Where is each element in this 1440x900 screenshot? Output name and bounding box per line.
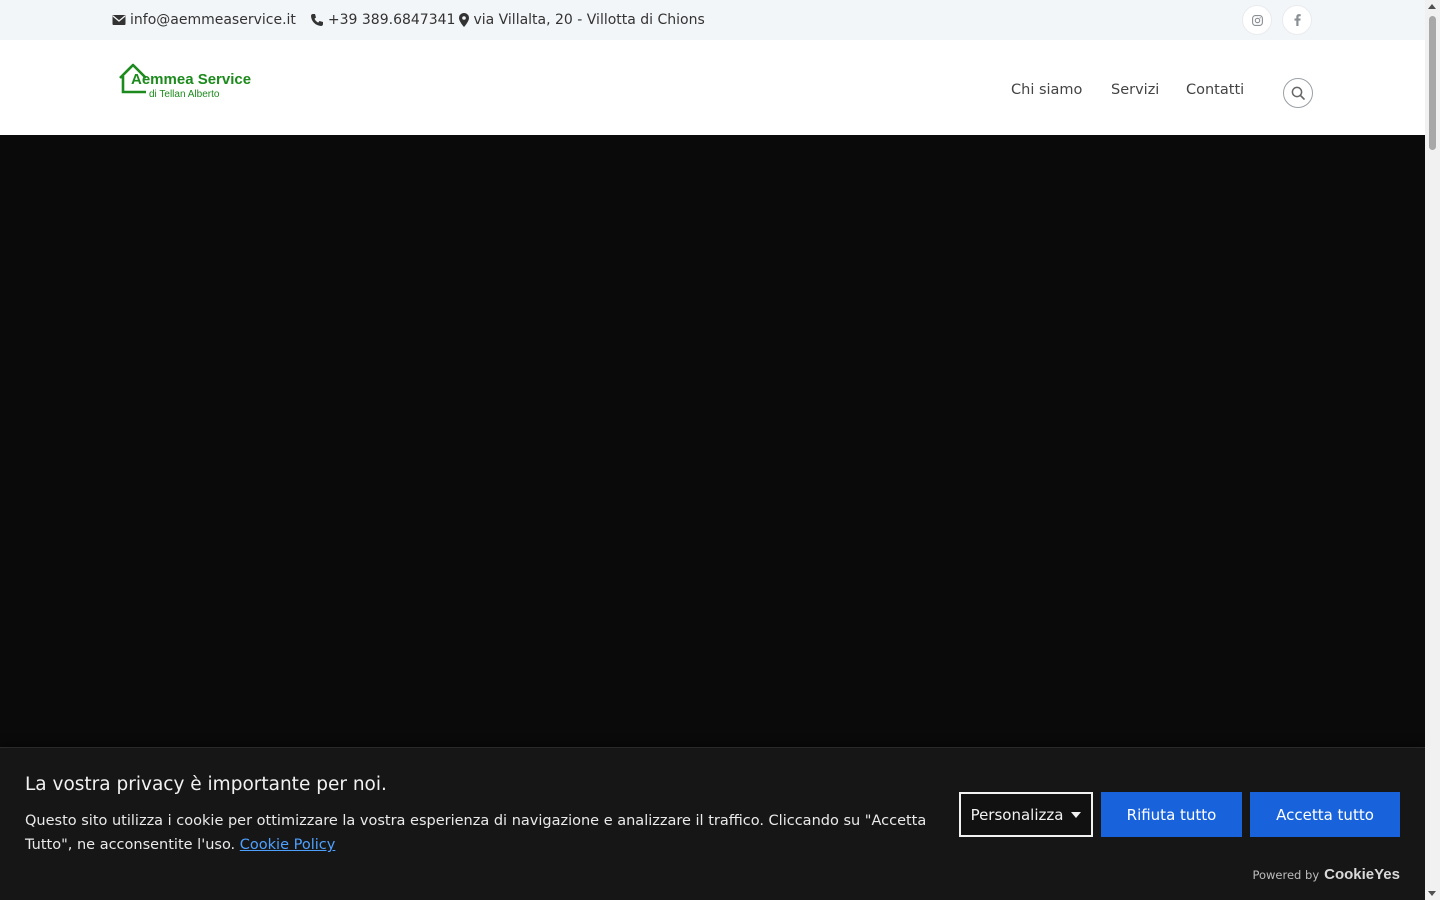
accept-all-button[interactable]: Accetta tutto xyxy=(1250,792,1400,837)
scroll-up-arrow-icon[interactable] xyxy=(1428,4,1436,9)
phone-text: +39 389.6847341 xyxy=(327,12,456,28)
cookieyes-logo: CookieYes xyxy=(1324,866,1400,883)
scrollbar-thumb[interactable] xyxy=(1429,16,1436,150)
contact-info: info@aemmeaservice.it +39 389.6847341 vi… xyxy=(112,0,705,40)
site-logo[interactable]: Aemmea Service di Tellan Alberto xyxy=(118,62,258,102)
phone-link[interactable]: +39 389.6847341 xyxy=(310,12,456,28)
cookie-description: Questo sito utilizza i cookie per ottimi… xyxy=(25,809,940,857)
nav-contatti[interactable]: Contatti xyxy=(1186,82,1244,98)
email-text: info@aemmeaservice.it xyxy=(130,12,296,28)
nav-chi-siamo[interactable]: Chi siamo xyxy=(1011,82,1082,98)
reject-label: Rifiuta tutto xyxy=(1126,805,1217,824)
site-header: Aemmea Service di Tellan Alberto Chi sia… xyxy=(0,40,1425,135)
search-button[interactable] xyxy=(1283,78,1313,108)
logo-name: Aemmea Service xyxy=(131,71,252,88)
cookie-policy-link[interactable]: Cookie Policy xyxy=(240,837,336,853)
accept-label: Accetta tutto xyxy=(1276,805,1374,824)
caret-down-icon xyxy=(1071,811,1082,818)
address-text: via Villalta, 20 - Villotta di Chions xyxy=(473,12,705,28)
scroll-down-arrow-icon[interactable] xyxy=(1428,891,1436,896)
envelope-icon xyxy=(112,15,126,25)
address-link[interactable]: via Villalta, 20 - Villotta di Chions xyxy=(459,12,705,28)
search-icon xyxy=(1291,86,1305,100)
powered-by[interactable]: Powered by CookieYes xyxy=(1252,866,1400,883)
powered-by-text: Powered by xyxy=(1252,867,1320,882)
instagram-button[interactable] xyxy=(1242,5,1272,35)
nav-servizi[interactable]: Servizi xyxy=(1111,82,1159,98)
facebook-button[interactable] xyxy=(1282,5,1312,35)
instagram-icon xyxy=(1251,14,1263,26)
logo-subtitle: di Tellan Alberto xyxy=(149,89,220,100)
map-marker-icon xyxy=(459,13,470,27)
reject-all-button[interactable]: Rifiuta tutto xyxy=(1101,792,1242,837)
customize-button[interactable]: Personalizza xyxy=(959,792,1093,837)
top-bar: info@aemmeaservice.it +39 389.6847341 vi… xyxy=(0,0,1425,40)
customize-label: Personalizza xyxy=(970,805,1064,824)
facebook-icon xyxy=(1294,14,1301,26)
page-scrollbar[interactable] xyxy=(1425,0,1440,900)
phone-icon xyxy=(310,14,323,26)
cookie-description-text: Questo sito utilizza i cookie per ottimi… xyxy=(25,813,927,853)
cookie-title: La vostra privacy è importante per noi. xyxy=(25,774,387,795)
email-link[interactable]: info@aemmeaservice.it xyxy=(112,12,296,28)
cookie-banner: La vostra privacy è importante per noi. … xyxy=(0,747,1425,900)
